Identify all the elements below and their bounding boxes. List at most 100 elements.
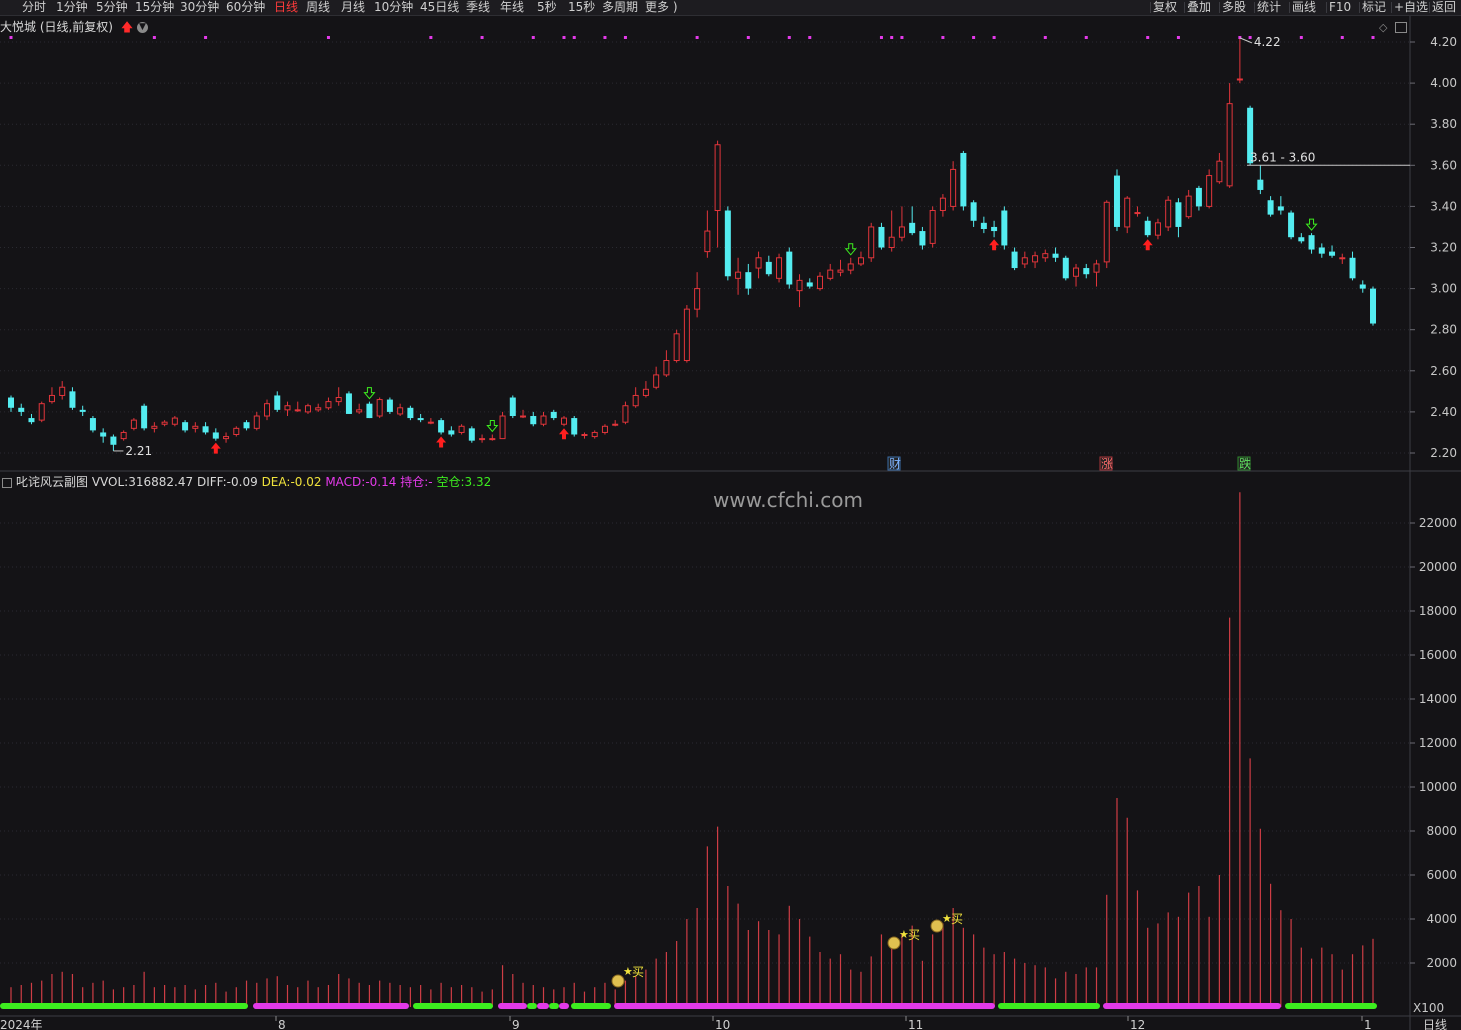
kline-chart[interactable]: 4.20 4.00 3.80 3.60 3.40 3.20 3.00 2.80 2.60 2.40… — [0, 0, 1461, 1030]
candle-body — [120, 431, 127, 440]
dea-value: -0.02 — [290, 475, 322, 489]
buy-arrow-icon — [1142, 239, 1153, 251]
volume-tick-label: 10000 — [1419, 780, 1457, 794]
hold-status-segment — [253, 1003, 409, 1009]
signal-dot — [1084, 36, 1088, 39]
candle-body — [581, 434, 588, 437]
candle-body — [1206, 175, 1213, 207]
candle-body — [1226, 103, 1233, 187]
time-label: 1 — [1364, 1018, 1372, 1030]
candle-body — [59, 386, 66, 396]
buy-label: 买 — [951, 912, 963, 926]
candle-body — [817, 275, 824, 290]
event-tag: 跌 — [1239, 456, 1251, 471]
event-tag: 财 — [889, 457, 901, 471]
candle-body — [1124, 197, 1131, 228]
candle-body — [1154, 222, 1161, 236]
volume-tick-label: 6000 — [1426, 868, 1457, 882]
candle-body — [530, 416, 537, 425]
empty-label: 空仓: — [436, 475, 465, 489]
candle-body — [110, 436, 117, 445]
candle-body — [386, 399, 393, 412]
candle-body — [622, 405, 629, 423]
candle-body — [376, 399, 383, 417]
candle-body — [1103, 201, 1110, 263]
candle-body — [448, 430, 455, 435]
candle-body — [1349, 257, 1356, 279]
signal-dot — [1043, 36, 1047, 39]
signal-dot — [1248, 36, 1252, 39]
signal-dot — [9, 36, 13, 39]
candle-body — [509, 397, 516, 417]
candle-body — [253, 415, 260, 429]
indicator-name[interactable]: 叱诧风云副图 — [16, 475, 88, 489]
candle-body — [28, 418, 35, 423]
volume-tick-label: 4000 — [1426, 912, 1457, 926]
candle-body — [827, 269, 834, 279]
sell-arrow-icon — [363, 387, 376, 400]
hold-value: - — [428, 475, 433, 489]
candle-body — [714, 144, 721, 212]
signal-dot — [1371, 36, 1375, 39]
candle-body — [100, 432, 107, 437]
candle-body — [806, 282, 813, 287]
candle-body — [489, 438, 496, 441]
price-tick-label: 2.60 — [1430, 364, 1457, 378]
candle-body — [1134, 212, 1141, 215]
candle-body — [1093, 263, 1100, 273]
candle-body — [540, 415, 547, 425]
candle-body — [1175, 202, 1182, 227]
candle-body — [950, 168, 957, 207]
candle-body — [274, 395, 281, 410]
candle-body — [1277, 206, 1284, 211]
candle-body — [458, 425, 465, 433]
sell-arrow-icon — [844, 243, 857, 256]
candle-body — [48, 394, 55, 403]
candle-body — [1021, 257, 1028, 265]
candle-body — [939, 197, 946, 212]
hold-status-segment — [559, 1003, 569, 1009]
time-label: 2024年 — [0, 1018, 43, 1030]
candle-body — [642, 388, 649, 396]
signal-dot — [808, 36, 812, 39]
hold-status-segment — [498, 1003, 527, 1009]
candle-body — [1195, 187, 1202, 207]
candle-body — [294, 409, 301, 412]
signal-dot — [429, 36, 433, 39]
signal-dot — [1299, 36, 1303, 39]
signal-dot — [1146, 36, 1150, 39]
candle-body — [1216, 160, 1223, 183]
signal-dot — [890, 36, 894, 39]
candle-body — [366, 403, 373, 419]
volume-tick-label: 14000 — [1419, 692, 1457, 706]
candle-body — [335, 397, 342, 403]
signal-dot — [326, 36, 330, 39]
candle-body — [632, 394, 639, 407]
empty-value: 3.32 — [464, 475, 492, 489]
candle-body — [233, 427, 240, 436]
candle-body — [1083, 268, 1090, 275]
price-tick-label: 2.20 — [1430, 446, 1457, 460]
hold-status-segment — [1103, 1003, 1281, 1009]
candle-body — [427, 421, 434, 424]
price-tick-label: 4.20 — [1430, 35, 1457, 49]
candle-body — [970, 202, 977, 221]
candle-body — [407, 407, 414, 419]
candle-body — [141, 405, 148, 429]
candle-body — [1257, 179, 1264, 190]
vvol-value: 316882.47 — [128, 475, 194, 489]
candle-body — [560, 417, 567, 425]
signal-dot — [879, 36, 883, 39]
price-tick-label: 4.00 — [1430, 76, 1457, 90]
candle-body — [1329, 251, 1336, 256]
collapse-icon[interactable] — [2, 477, 12, 488]
candle-body — [438, 420, 445, 433]
high-label: 4.22 — [1254, 35, 1281, 49]
signal-dot — [972, 36, 976, 39]
candle-body — [1073, 267, 1080, 277]
candle-body — [1042, 253, 1049, 259]
candle-body — [192, 425, 199, 429]
signal-dot — [695, 36, 699, 39]
signal-dot — [992, 36, 996, 39]
candle-body — [1318, 247, 1325, 254]
